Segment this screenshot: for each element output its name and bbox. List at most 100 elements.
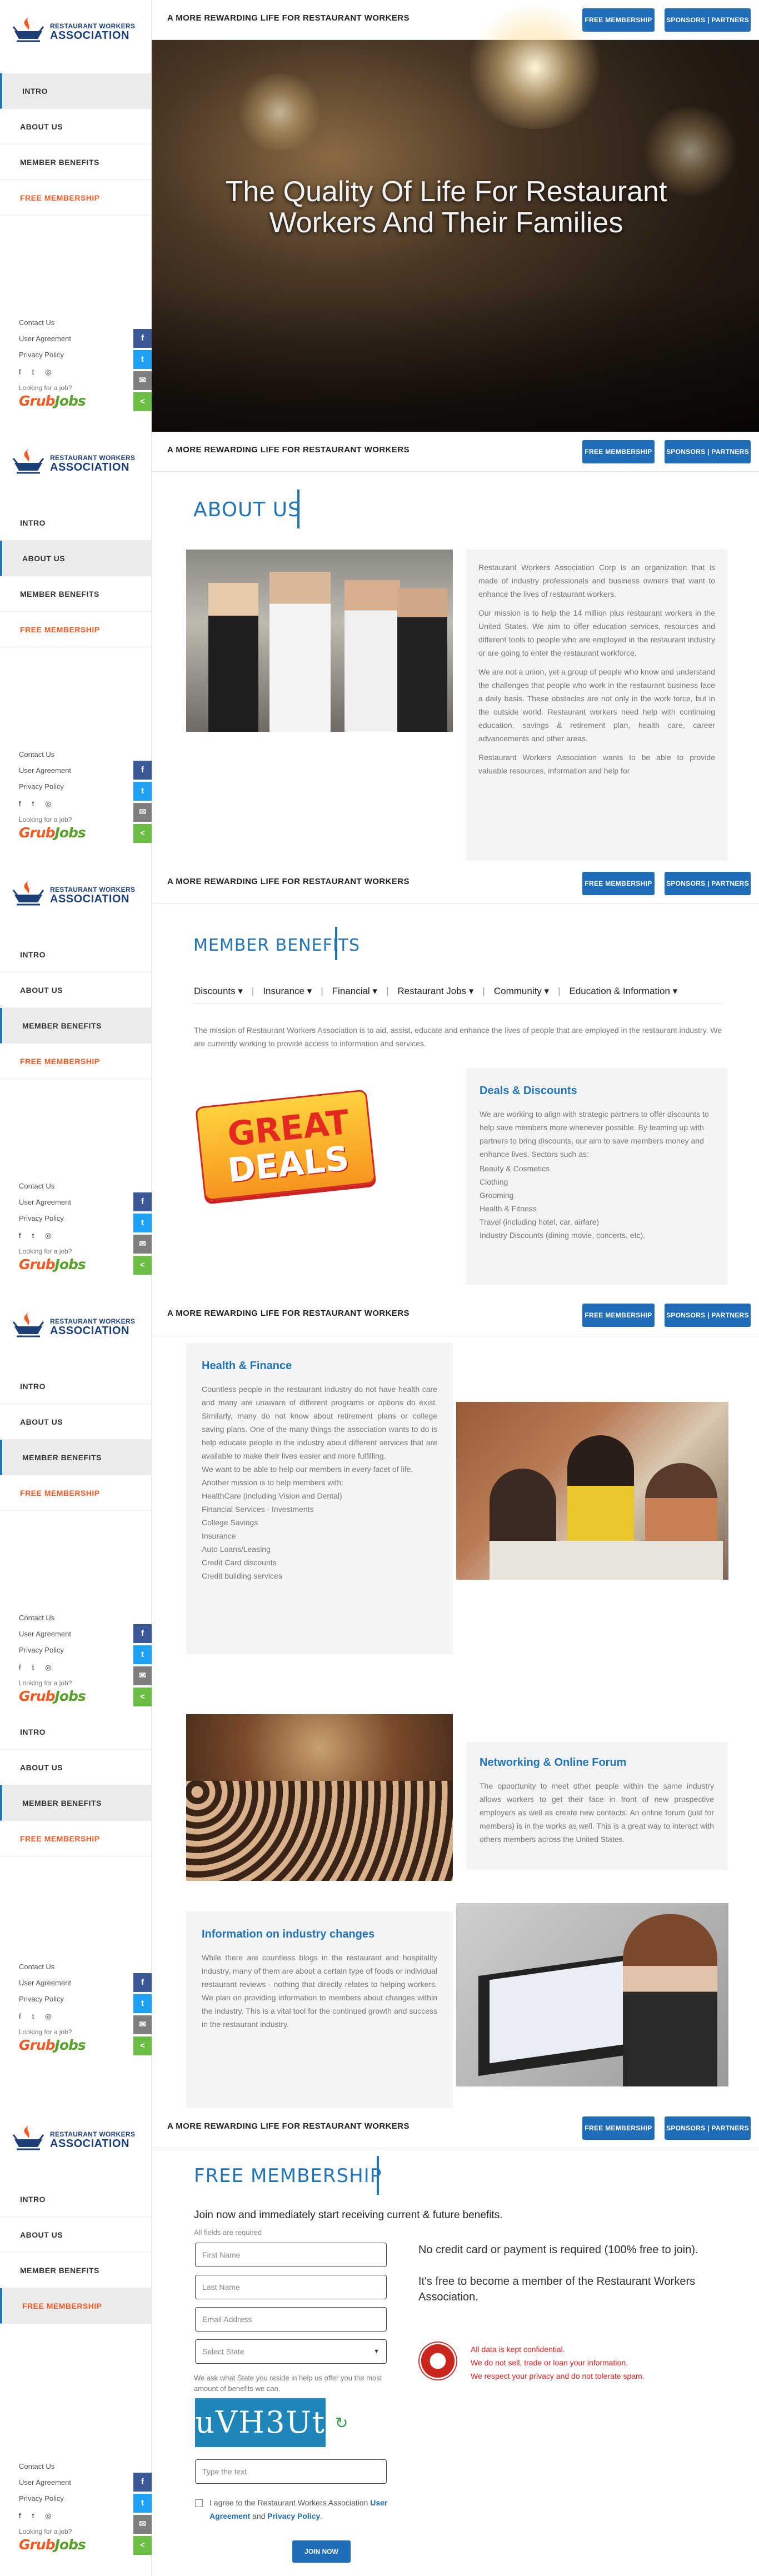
contact-link[interactable]: Contact Us — [19, 2458, 130, 2474]
contact-link[interactable]: Contact Us — [19, 314, 130, 331]
nav-benefits[interactable]: MEMBER BENEFITS — [0, 1008, 152, 1044]
nav-intro[interactable]: INTRO — [0, 1369, 152, 1404]
share-twitter-icon[interactable]: t — [133, 782, 152, 801]
logo[interactable]: RESTAURANT WORKERS ASSOCIATION — [11, 2123, 144, 2156]
share-email-icon[interactable]: ✉ — [133, 1666, 152, 1685]
free-membership-button[interactable]: FREE MEMBERSHIP — [582, 872, 655, 895]
nav-membership[interactable]: FREE MEMBERSHIP — [0, 1044, 152, 1079]
share-icon[interactable]: < — [133, 1688, 152, 1706]
share-twitter-icon[interactable]: t — [133, 1994, 152, 2013]
share-facebook-icon[interactable]: f — [133, 2473, 152, 2492]
sponsors-button[interactable]: SPONSORS | PARTNERS — [665, 8, 751, 32]
instagram-icon[interactable]: ◎ — [45, 2012, 62, 2020]
nav-intro[interactable]: INTRO — [0, 505, 152, 541]
nav-membership[interactable]: FREE MEMBERSHIP — [0, 2288, 152, 2324]
share-icon[interactable]: < — [133, 2536, 152, 2555]
nav-intro[interactable]: INTRO — [0, 2181, 152, 2217]
refresh-captcha-icon[interactable]: ↻ — [335, 2414, 348, 2432]
instagram-icon[interactable]: ◎ — [45, 1231, 62, 1240]
share-icon[interactable]: < — [133, 2036, 152, 2055]
share-twitter-icon[interactable]: t — [133, 1645, 152, 1664]
subnav-insurance[interactable]: Insurance ▾ — [263, 986, 312, 996]
sponsors-button[interactable]: SPONSORS | PARTNERS — [665, 872, 751, 895]
contact-link[interactable]: Contact Us — [19, 746, 130, 762]
facebook-icon[interactable]: f — [19, 800, 32, 808]
privacy-link[interactable]: Privacy Policy — [19, 1642, 130, 1658]
nav-membership[interactable]: FREE MEMBERSHIP — [0, 1475, 152, 1511]
nav-about[interactable]: ABOUT US — [0, 1750, 152, 1785]
twitter-icon[interactable]: t — [32, 1663, 46, 1671]
share-email-icon[interactable]: ✉ — [133, 2015, 152, 2034]
logo[interactable]: RESTAURANT WORKERS ASSOCIATION — [11, 1310, 144, 1343]
subnav-jobs[interactable]: Restaurant Jobs ▾ — [397, 986, 473, 996]
privacy-policy-link[interactable]: Privacy Policy — [267, 2512, 320, 2520]
privacy-link[interactable]: Privacy Policy — [19, 347, 130, 363]
grubjobs-logo[interactable]: GrubJobs — [19, 393, 130, 409]
nav-about[interactable]: ABOUT US — [0, 972, 152, 1008]
grubjobs-logo[interactable]: GrubJobs — [19, 2537, 130, 2553]
nav-membership[interactable]: FREE MEMBERSHIP — [0, 612, 152, 647]
nav-membership[interactable]: FREE MEMBERSHIP — [0, 1821, 152, 1856]
nav-benefits[interactable]: MEMBER BENEFITS — [0, 1785, 152, 1821]
share-icon[interactable]: < — [133, 392, 152, 411]
user-agreement-link[interactable]: User Agreement — [19, 1626, 130, 1642]
user-agreement-link[interactable]: User Agreement — [19, 331, 130, 347]
user-agreement-link[interactable]: User Agreement — [19, 1194, 130, 1210]
free-membership-button[interactable]: FREE MEMBERSHIP — [582, 2116, 655, 2140]
nav-about[interactable]: ABOUT US — [0, 2217, 152, 2253]
subnav-education[interactable]: Education & Information ▾ — [570, 986, 678, 996]
nav-about[interactable]: ABOUT US — [0, 1404, 152, 1440]
twitter-icon[interactable]: t — [32, 2512, 46, 2520]
share-twitter-icon[interactable]: t — [133, 350, 152, 369]
agree-checkbox[interactable] — [195, 2499, 203, 2507]
facebook-icon[interactable]: f — [19, 1231, 32, 1240]
nav-about[interactable]: ABOUT US — [0, 541, 152, 576]
share-icon[interactable]: < — [133, 824, 152, 843]
sponsors-button[interactable]: SPONSORS | PARTNERS — [665, 1304, 751, 1327]
free-membership-button[interactable]: FREE MEMBERSHIP — [582, 440, 655, 463]
sponsors-button[interactable]: SPONSORS | PARTNERS — [665, 2116, 751, 2140]
privacy-link[interactable]: Privacy Policy — [19, 778, 130, 795]
twitter-icon[interactable]: t — [32, 368, 46, 376]
facebook-icon[interactable]: f — [19, 368, 32, 376]
grubjobs-logo[interactable]: GrubJobs — [19, 1256, 130, 1272]
nav-intro[interactable]: INTRO — [0, 1714, 152, 1750]
facebook-icon[interactable]: f — [19, 2512, 32, 2520]
nav-benefits[interactable]: MEMBER BENEFITS — [0, 2253, 152, 2288]
share-facebook-icon[interactable]: f — [133, 329, 152, 348]
share-twitter-icon[interactable]: t — [133, 1214, 152, 1232]
share-email-icon[interactable]: ✉ — [133, 2515, 152, 2534]
facebook-icon[interactable]: f — [19, 2012, 32, 2020]
share-facebook-icon[interactable]: f — [133, 761, 152, 780]
share-facebook-icon[interactable]: f — [133, 1973, 152, 1992]
instagram-icon[interactable]: ◎ — [45, 800, 62, 808]
subnav-financial[interactable]: Financial ▾ — [332, 986, 377, 996]
instagram-icon[interactable]: ◎ — [45, 1663, 62, 1671]
nav-about[interactable]: ABOUT US — [0, 109, 152, 144]
privacy-link[interactable]: Privacy Policy — [19, 2490, 130, 2507]
nav-intro[interactable]: INTRO — [0, 73, 152, 109]
twitter-icon[interactable]: t — [32, 1231, 46, 1240]
facebook-icon[interactable]: f — [19, 1663, 32, 1671]
first-name-input[interactable]: First Name — [195, 2243, 387, 2267]
state-select[interactable]: Select State ▼ — [195, 2339, 387, 2364]
instagram-icon[interactable]: ◎ — [45, 2512, 62, 2520]
privacy-link[interactable]: Privacy Policy — [19, 1991, 130, 2007]
privacy-link[interactable]: Privacy Policy — [19, 1210, 130, 1226]
user-agreement-link[interactable]: User Agreement — [19, 1975, 130, 1991]
contact-link[interactable]: Contact Us — [19, 1178, 130, 1194]
free-membership-button[interactable]: FREE MEMBERSHIP — [582, 1304, 655, 1327]
user-agreement-link[interactable]: User Agreement — [19, 2474, 130, 2490]
contact-link[interactable]: Contact Us — [19, 1959, 130, 1975]
email-input[interactable]: Email Address — [195, 2307, 387, 2332]
grubjobs-logo[interactable]: GrubJobs — [19, 2037, 130, 2053]
share-email-icon[interactable]: ✉ — [133, 803, 152, 822]
share-facebook-icon[interactable]: f — [133, 1624, 152, 1643]
logo[interactable]: RESTAURANT WORKERS ASSOCIATION — [11, 446, 144, 480]
nav-benefits[interactable]: MEMBER BENEFITS — [0, 576, 152, 612]
last-name-input[interactable]: Last Name — [195, 2275, 387, 2299]
nav-benefits[interactable]: MEMBER BENEFITS — [0, 1440, 152, 1475]
grubjobs-logo[interactable]: GrubJobs — [19, 825, 130, 841]
twitter-icon[interactable]: t — [32, 800, 46, 808]
share-facebook-icon[interactable]: f — [133, 1192, 152, 1211]
